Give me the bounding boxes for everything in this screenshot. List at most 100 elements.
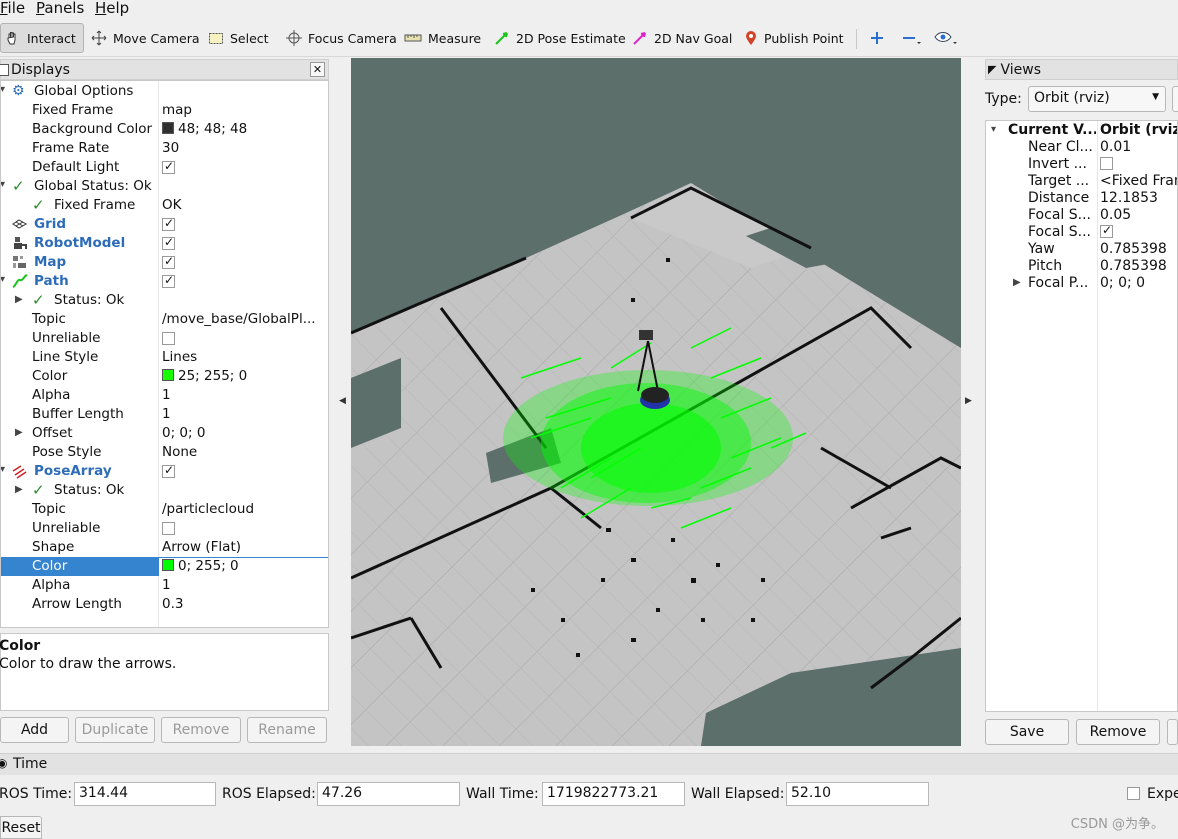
tree-row-pose-array-status[interactable]: ▶ ✓ Status: Ok	[1, 481, 328, 500]
collapse-arrow-icon[interactable]: ▶	[15, 484, 23, 495]
collapse-arrow-icon[interactable]: ▶	[15, 427, 23, 438]
expand-arrow-icon[interactable]: ▾	[991, 124, 996, 135]
property-value[interactable]: 0; 255; 0	[159, 558, 328, 577]
property-value[interactable]: 0; 0; 0	[162, 425, 205, 441]
ros-time-field[interactable]: 314.44	[74, 782, 216, 806]
measure-button[interactable]: Measure	[400, 23, 485, 53]
property-value[interactable]: 1	[162, 387, 171, 403]
focal-shape-checkbox[interactable]	[1100, 223, 1113, 238]
unreliable-checkbox[interactable]	[162, 522, 175, 535]
property-value[interactable]: /move_base/GlobalPl...	[162, 311, 316, 327]
tree-row-path[interactable]: ▾ Path	[1, 272, 328, 291]
tree-row-pose-array-unreliable[interactable]: Unreliable	[1, 519, 328, 538]
duplicate-display-button[interactable]: Duplicate	[75, 717, 155, 743]
tree-row-background-color[interactable]: Background Color 48; 48; 48	[1, 120, 328, 139]
tree-row-arrow-length[interactable]: Arrow Length 0.3	[1, 595, 328, 614]
pose-estimate-button[interactable]: 2D Pose Estimate	[490, 23, 630, 53]
tree-row-robot-model[interactable]: RobotModel	[1, 234, 328, 253]
path-enabled-checkbox[interactable]	[162, 273, 175, 288]
interact-tool-button[interactable]: Interact	[0, 23, 84, 53]
ros-elapsed-field[interactable]: 47.26	[317, 782, 460, 806]
move-camera-button[interactable]: Move Camera	[87, 23, 204, 53]
view-row-current[interactable]: ▾ Current V... Orbit (rviz)	[986, 122, 1177, 139]
menu-help[interactable]: Help	[95, 0, 129, 17]
tree-row-default-light[interactable]: Default Light	[1, 158, 328, 177]
default-light-checkbox[interactable]	[162, 159, 175, 174]
add-tool-button[interactable]	[866, 23, 888, 53]
tree-row-fixed-frame[interactable]: Fixed Frame map	[1, 101, 328, 120]
tree-row-pose-array-alpha[interactable]: Alpha 1	[1, 576, 328, 595]
tree-row-pose-array-topic[interactable]: Topic /particlecloud	[1, 500, 328, 519]
pose-array-enabled-checkbox[interactable]	[162, 463, 175, 478]
property-value[interactable]: map	[162, 102, 192, 118]
expand-arrow-icon[interactable]: ▾	[1, 84, 5, 95]
view-row-invert[interactable]: Invert ...	[986, 156, 1177, 173]
view-row-focal-shape-size[interactable]: Focal S... 0.05	[986, 207, 1177, 224]
property-value[interactable]: 0.01	[1100, 139, 1131, 155]
collapse-arrow-icon[interactable]: ▶	[15, 294, 23, 305]
wall-elapsed-field[interactable]: 52.10	[786, 782, 929, 806]
view-type-select[interactable]: Orbit (rviz) ▼	[1028, 86, 1166, 112]
render-3d-view[interactable]	[351, 58, 961, 746]
property-value[interactable]: 0.05	[1100, 207, 1131, 223]
save-view-button[interactable]: Save	[985, 719, 1069, 745]
view-row-near-clip[interactable]: Near Cl... 0.01	[986, 139, 1177, 156]
close-icon[interactable]: ✕	[310, 62, 325, 77]
remove-display-button[interactable]: Remove	[161, 717, 241, 743]
tree-row-path-topic[interactable]: Topic /move_base/GlobalPl...	[1, 310, 328, 329]
remove-tool-button[interactable]	[898, 23, 926, 53]
property-value[interactable]: 25; 255; 0	[162, 368, 247, 384]
map-enabled-checkbox[interactable]	[162, 254, 175, 269]
property-value[interactable]: 1	[162, 406, 171, 422]
select-tool-button[interactable]: Select	[204, 23, 273, 53]
right-splitter-arrow-icon[interactable]: ▶	[965, 396, 972, 406]
tree-row-offset[interactable]: ▶ Offset 0; 0; 0	[1, 424, 328, 443]
view-row-distance[interactable]: Distance 12.1853	[986, 190, 1177, 207]
property-value[interactable]: Arrow (Flat)	[162, 539, 241, 555]
property-value[interactable]: None	[162, 444, 197, 460]
nav-goal-button[interactable]: 2D Nav Goal	[628, 23, 736, 53]
property-value[interactable]: 1	[162, 577, 171, 593]
tree-row-shape[interactable]: Shape Arrow (Flat)	[1, 538, 328, 557]
view-row-pitch[interactable]: Pitch 0.785398	[986, 258, 1177, 275]
rename-view-button[interactable]	[1167, 719, 1178, 745]
publish-point-button[interactable]: Publish Point	[740, 23, 848, 53]
menu-file[interactable]: File	[0, 0, 25, 17]
property-value[interactable]: 0.3	[162, 596, 183, 612]
tree-row-path-color[interactable]: Color 25; 255; 0	[1, 367, 328, 386]
robot-model-enabled-checkbox[interactable]	[162, 235, 175, 250]
property-value[interactable]: 48; 48; 48	[162, 121, 247, 137]
zero-view-button[interactable]	[1172, 86, 1178, 112]
remove-view-button[interactable]: Remove	[1076, 719, 1160, 745]
tree-row-global-options[interactable]: ▾ ⚙ Global Options	[1, 82, 328, 101]
panel-visibility-button[interactable]	[930, 23, 962, 53]
grid-enabled-checkbox[interactable]	[162, 216, 175, 231]
experimental-checkbox[interactable]	[1127, 787, 1140, 800]
tree-row-frame-rate[interactable]: Frame Rate 30	[1, 139, 328, 158]
property-value[interactable]: 12.1853	[1100, 190, 1158, 206]
left-splitter-arrow-icon[interactable]: ◀	[339, 396, 346, 406]
tree-row-line-style[interactable]: Line Style Lines	[1, 348, 328, 367]
collapse-arrow-icon[interactable]: ▶	[1013, 277, 1021, 288]
add-display-button[interactable]: Add	[0, 717, 69, 743]
property-value[interactable]: 30	[162, 140, 179, 156]
property-value[interactable]: 0; 0; 0	[1100, 275, 1145, 291]
focus-camera-button[interactable]: Focus Camera	[282, 23, 401, 53]
property-value[interactable]: 0.785398	[1100, 258, 1167, 274]
menu-panels[interactable]: Panels	[36, 0, 84, 17]
tree-row-status-fixed-frame[interactable]: ✓ Fixed Frame OK	[1, 196, 328, 215]
tree-row-map[interactable]: Map	[1, 253, 328, 272]
unreliable-checkbox[interactable]	[162, 332, 175, 345]
view-row-focal-shape-fixed[interactable]: Focal S...	[986, 223, 1177, 241]
property-value[interactable]: /particlecloud	[162, 501, 254, 517]
property-value[interactable]: <Fixed Frame>	[1100, 173, 1177, 189]
tree-row-path-alpha[interactable]: Alpha 1	[1, 386, 328, 405]
tree-row-path-unreliable[interactable]: Unreliable	[1, 329, 328, 348]
tree-row-pose-style[interactable]: Pose Style None	[1, 443, 328, 462]
property-value[interactable]: Lines	[162, 349, 197, 365]
tree-row-pose-array-color[interactable]: Color 0; 255; 0	[1, 557, 328, 577]
tree-row-global-status[interactable]: ▾ ✓ Global Status: Ok	[1, 177, 328, 196]
wall-time-field[interactable]: 1719822773.21	[542, 782, 685, 806]
expand-arrow-icon[interactable]: ▾	[1, 179, 5, 190]
property-value[interactable]: 0.785398	[1100, 241, 1167, 257]
